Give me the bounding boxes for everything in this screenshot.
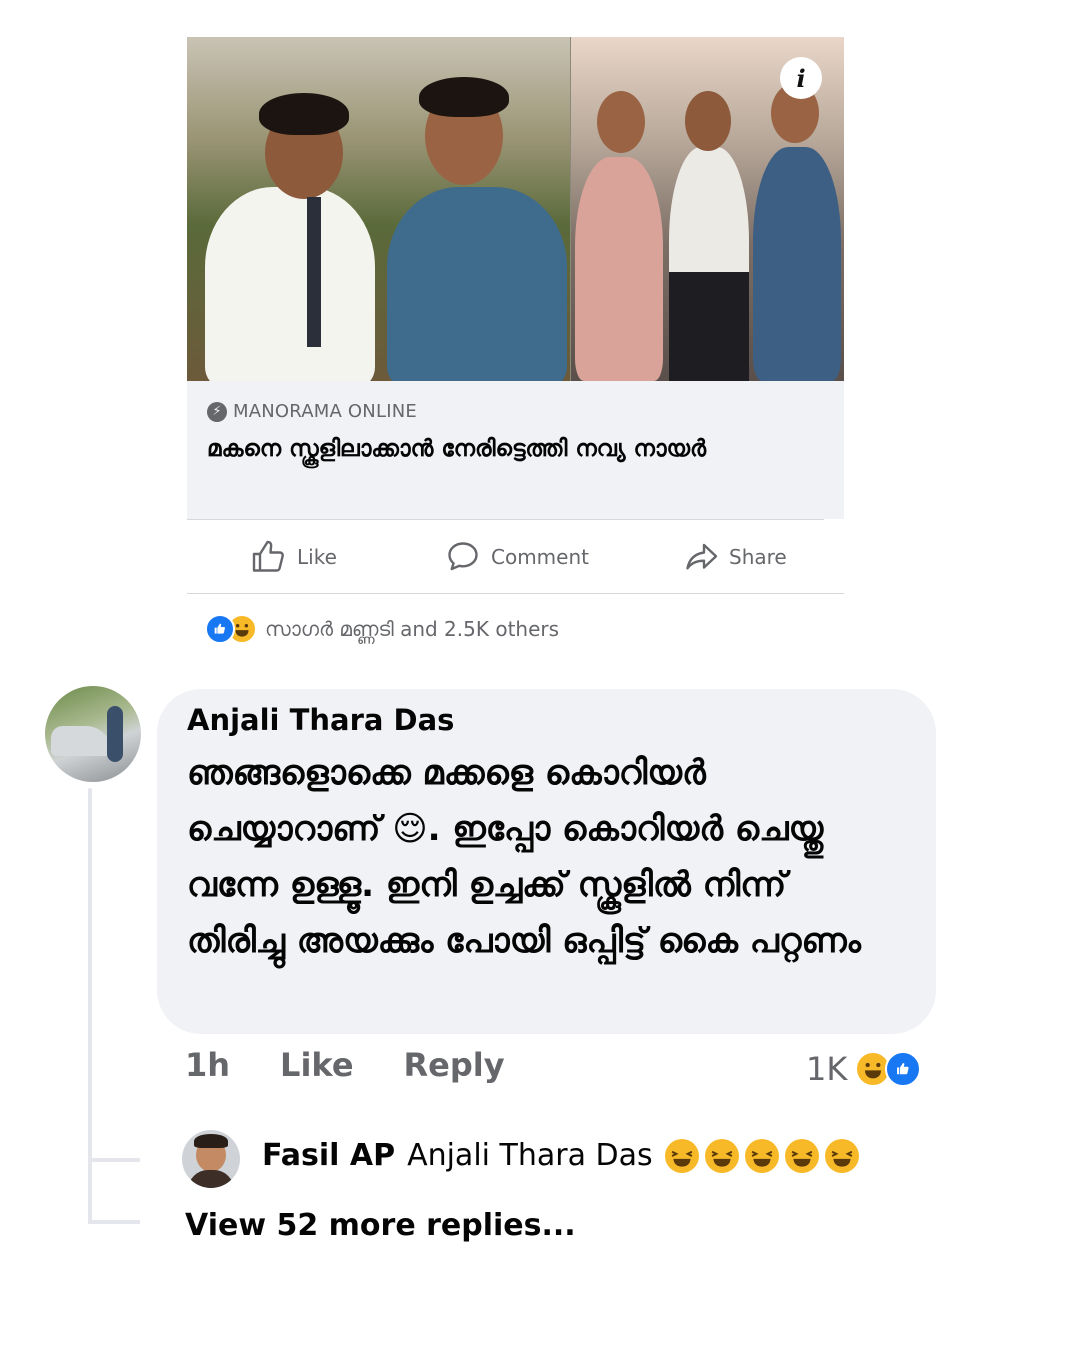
reaction-count: 1K xyxy=(806,1050,848,1088)
laughing-emoji-icon xyxy=(704,1138,739,1173)
share-icon xyxy=(686,543,718,570)
like-button[interactable]: Like xyxy=(251,522,337,592)
link-source: ⚡ MANORAMA ONLINE xyxy=(207,401,417,422)
reply-emojis xyxy=(664,1138,859,1173)
laughing-emoji-icon xyxy=(744,1138,779,1173)
reply-text: Anjali Thara Das xyxy=(407,1138,653,1173)
share-label: Share xyxy=(729,545,787,569)
like-label: Like xyxy=(297,545,337,569)
comment-reply-button[interactable]: Reply xyxy=(404,1046,505,1084)
link-headline[interactable]: മകനെ സ്കൂളിലാക്കാൻ നേരിട്ടെത്തി നവ്യ നായ… xyxy=(207,431,807,468)
reactions-summary[interactable]: സാഗർ മണ്ണടി and 2.5K others xyxy=(205,614,559,644)
post-action-bar: Like Comment Share xyxy=(187,522,844,592)
comment-reactions[interactable]: 1K xyxy=(806,1050,922,1088)
comment-label: Comment xyxy=(491,545,589,569)
link-source-label: MANORAMA ONLINE xyxy=(233,401,417,422)
thread-branch xyxy=(88,1158,140,1162)
laughing-emoji-icon xyxy=(664,1138,699,1173)
thumbs-up-icon xyxy=(252,540,284,572)
comment-timestamp[interactable]: 1h xyxy=(185,1046,230,1084)
comment-author[interactable]: Anjali Thara Das xyxy=(187,703,454,737)
post-photo[interactable]: i xyxy=(187,37,844,381)
like-reaction-icon xyxy=(205,614,235,644)
divider xyxy=(187,593,844,594)
comment-meta: 1h Like Reply xyxy=(185,1046,505,1084)
divider xyxy=(187,519,824,520)
photo-left-panel xyxy=(187,37,570,381)
comment-button[interactable]: Comment xyxy=(445,522,589,592)
reply-row: Fasil AP Anjali Thara Das xyxy=(262,1138,859,1173)
comment-icon xyxy=(448,542,478,571)
link-preview[interactable]: ⚡ MANORAMA ONLINE മകനെ സ്കൂളിലാക്കാൻ നേര… xyxy=(187,381,844,519)
replier-avatar[interactable] xyxy=(182,1130,240,1188)
share-button[interactable]: Share xyxy=(683,522,787,592)
comment-like-button[interactable]: Like xyxy=(280,1046,353,1084)
thread-branch xyxy=(88,1220,140,1224)
commenter-avatar[interactable] xyxy=(45,686,141,782)
info-icon[interactable]: i xyxy=(780,57,822,99)
lightning-icon: ⚡ xyxy=(207,401,227,422)
laughing-emoji-icon xyxy=(824,1138,859,1173)
reactors-text: സാഗർ മണ്ണടി and 2.5K others xyxy=(265,617,560,641)
like-reaction-icon xyxy=(885,1051,922,1087)
comment-text: ഞങ്ങളൊക്കെ മക്കളെ കൊറിയർ ചെയ്യാറാണ് 😌. ഇ… xyxy=(187,753,861,961)
shared-post-card[interactable]: i ⚡ MANORAMA ONLINE മകനെ സ്കൂളിലാക്കാൻ ന… xyxy=(187,37,844,519)
reply-author[interactable]: Fasil AP xyxy=(262,1138,395,1173)
comment-bubble: Anjali Thara Das ഞങ്ങളൊക്കെ മക്കളെ കൊറിയ… xyxy=(157,689,936,1034)
view-more-replies-link[interactable]: View 52 more replies... xyxy=(185,1208,576,1243)
laughing-emoji-icon xyxy=(784,1138,819,1173)
